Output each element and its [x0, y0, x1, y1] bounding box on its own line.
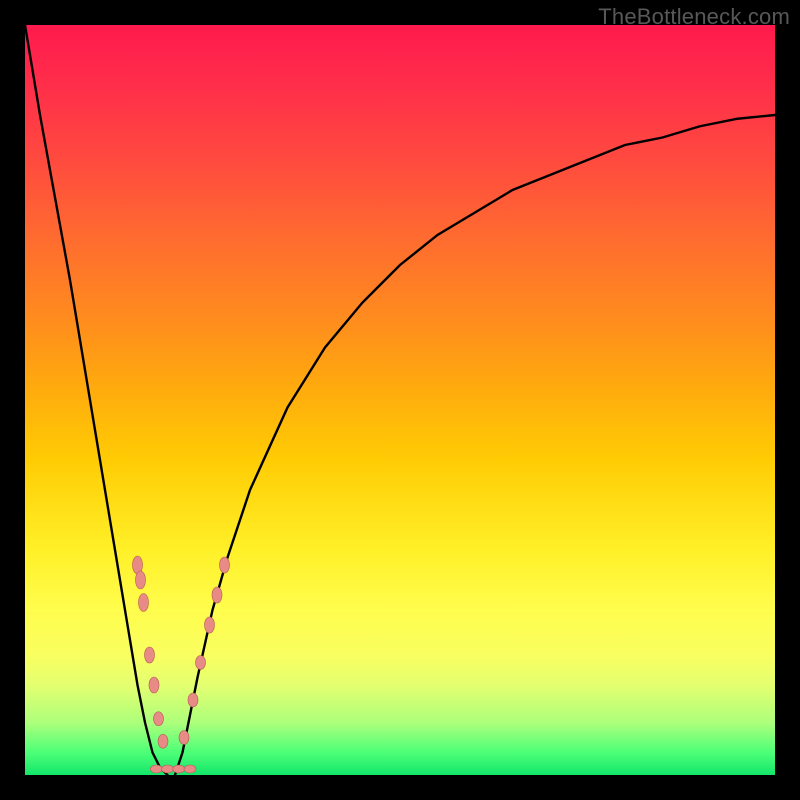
curve-layer	[25, 25, 775, 775]
data-marker	[158, 734, 168, 748]
data-marker	[162, 765, 174, 773]
chart-svg	[25, 25, 775, 775]
data-marker	[145, 647, 155, 663]
marker-layer	[133, 556, 230, 773]
attribution-watermark: TheBottleneck.com	[598, 4, 790, 30]
data-marker	[150, 765, 162, 773]
series-left-curve	[25, 25, 168, 775]
series-right-curve	[175, 115, 775, 775]
data-marker	[154, 712, 164, 726]
data-marker	[205, 617, 215, 633]
data-marker	[173, 765, 185, 773]
data-marker	[188, 693, 198, 707]
data-marker	[179, 731, 189, 745]
data-marker	[149, 677, 159, 693]
plot-area	[25, 25, 775, 775]
data-marker	[136, 571, 146, 589]
data-marker	[184, 765, 196, 773]
chart-frame: TheBottleneck.com	[0, 0, 800, 800]
data-marker	[196, 656, 206, 670]
data-marker	[212, 587, 222, 603]
data-marker	[139, 594, 149, 612]
data-marker	[220, 557, 230, 573]
